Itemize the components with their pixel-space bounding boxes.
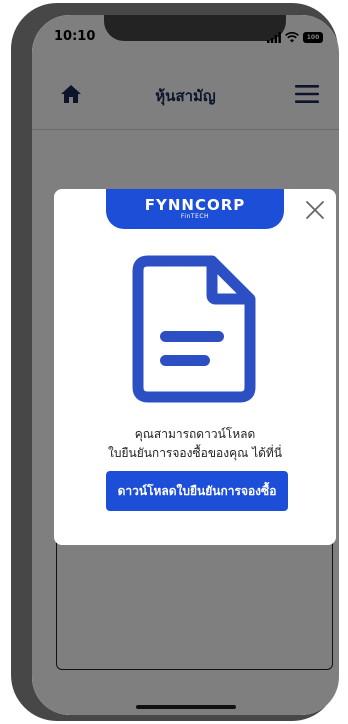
close-icon[interactable] bbox=[304, 199, 326, 221]
modal-message: คุณสามารถดาวน์โหลด ใบยืนยันการจองซื้อของ… bbox=[54, 425, 336, 463]
brand-name: FYNNCORP bbox=[144, 196, 246, 214]
document-icon bbox=[132, 255, 256, 403]
message-line-2: ใบยืนยันการจองซื้อของคุณ ได้ที่นี่ bbox=[107, 446, 283, 460]
phone-frame: 10:10 100 หุ้นสามั bbox=[11, 3, 339, 721]
screen: 10:10 100 หุ้นสามั bbox=[32, 15, 339, 715]
brand-subtitle: FinTECH bbox=[180, 213, 210, 220]
message-line-1: คุณสามารถดาวน์โหลด bbox=[134, 427, 256, 441]
download-modal: FYNNCORP FinTECH คุณสามารถดาวน์โหลด ใบยื… bbox=[54, 189, 336, 545]
download-confirmation-button[interactable]: ดาวน์โหลดใบยืนยันการจองซื้อ bbox=[106, 471, 288, 511]
home-indicator bbox=[136, 705, 236, 709]
brand-logo: FYNNCORP FinTECH bbox=[106, 189, 284, 229]
